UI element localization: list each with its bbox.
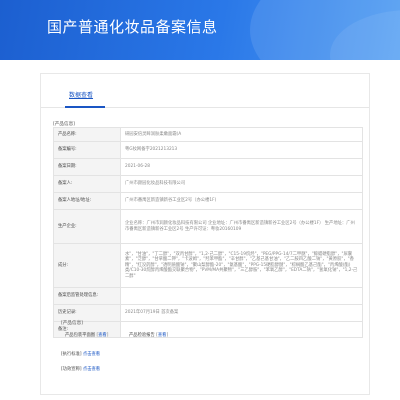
row-value — [120, 287, 363, 305]
table-row: 备案日期: 2021-06-28 — [53, 158, 363, 176]
row-value: 粤G妆网备字2021213213 — [120, 141, 363, 159]
row-value: 广州市颜园化妆品科技有限公司 — [120, 175, 363, 193]
page-title: 国产普通化妆品备案信息 — [47, 18, 218, 36]
table-row: 产品名称: 研园安倍灵眸润肤柔嫩面霜(A — [53, 127, 363, 142]
package-image-view-link[interactable]: 查看 — [98, 333, 107, 338]
table-row: 成分: 水"，"甘油"，"丁二醇"，"双丙甘醇"，"1,2-己二醇"，"C15-… — [53, 243, 363, 288]
package-image-item: 产品包装平面图 [查看] — [65, 333, 109, 338]
table-row: 备案后监管处理信息: — [53, 287, 363, 305]
row-label: 生产企业: — [53, 209, 121, 244]
row-label: 备案日期: — [53, 158, 121, 176]
test-report-label: 产品检验报告 — [129, 333, 155, 338]
row-label: 备案人: — [53, 175, 121, 193]
product-info-table: 产品名称: 研园安倍灵眸润肤柔嫩面霜(A 备案编号: 粤G妆网备字2021213… — [53, 127, 363, 338]
row-label: 历史记录: — [53, 304, 121, 322]
efficacy-link[interactable]: 点击查看 — [83, 367, 100, 372]
header-banner: 国产普通化妆品备案信息 — [0, 0, 400, 60]
row-label: 产品名称: — [53, 127, 121, 142]
row-value: 水"，"甘油"，"丁二醇"，"双丙甘醇"，"1,2-己二醇"，"C15-19烷烃… — [120, 243, 363, 288]
row-label: 备案人地址/地址: — [53, 192, 121, 210]
row-value: 2021年07月19日 首次备案 — [120, 304, 363, 322]
row-label: 成分: — [53, 243, 121, 288]
exec-standard-link[interactable]: 点击查看 — [83, 352, 100, 357]
row-label: 备案后监管处理信息: — [53, 287, 121, 305]
tab-active-indicator — [65, 106, 105, 108]
row-value: 广州市番禺区新造镇新谷工业区2号（办公楼1F) — [120, 192, 363, 210]
table-row: 备案编号: 粤G妆网备字2021213213 — [53, 141, 363, 159]
row-value: 研园安倍灵眸润肤柔嫩面霜(A — [120, 127, 363, 142]
table-row: 生产企业: 企业名称：广州市润颜化妆品科技有限公司 企业地址：广州市番禺区新造镇… — [53, 209, 363, 244]
exec-standard-label: [执行标准] — [61, 352, 82, 357]
efficacy-row: [功效宣称] 点击查看 — [61, 366, 100, 372]
row-value: 2021-06-28 — [120, 158, 363, 176]
test-report-item: 产品检验报告 [查看] — [129, 333, 169, 338]
images-section-title: [产品信息] — [61, 321, 83, 326]
tab-data-view[interactable]: 数据查看 — [69, 90, 93, 99]
table-row: 备案人地址/地址: 广州市番禺区新造镇新谷工业区2号（办公楼1F) — [53, 192, 363, 210]
package-image-label: 产品包装平面图 — [65, 333, 96, 338]
content-panel: 数据查看 [产品信息] 产品名称: 研园安倍灵眸润肤柔嫩面霜(A 备案编号: 粤… — [40, 73, 370, 395]
table-row: 历史记录: 2021年07月19日 首次备案 — [53, 304, 363, 322]
row-value: 企业名称：广州市润颜化妆品科技有限公司 企业地址：广州市番禺区新造镇新谷工业区2… — [120, 209, 363, 244]
row-label: 备案编号: — [53, 141, 121, 159]
table-row: 备案人: 广州市颜园化妆品科技有限公司 — [53, 175, 363, 193]
exec-standard-row: [执行标准] 点击查看 — [61, 351, 100, 357]
efficacy-label: [功效宣称] — [61, 367, 82, 372]
